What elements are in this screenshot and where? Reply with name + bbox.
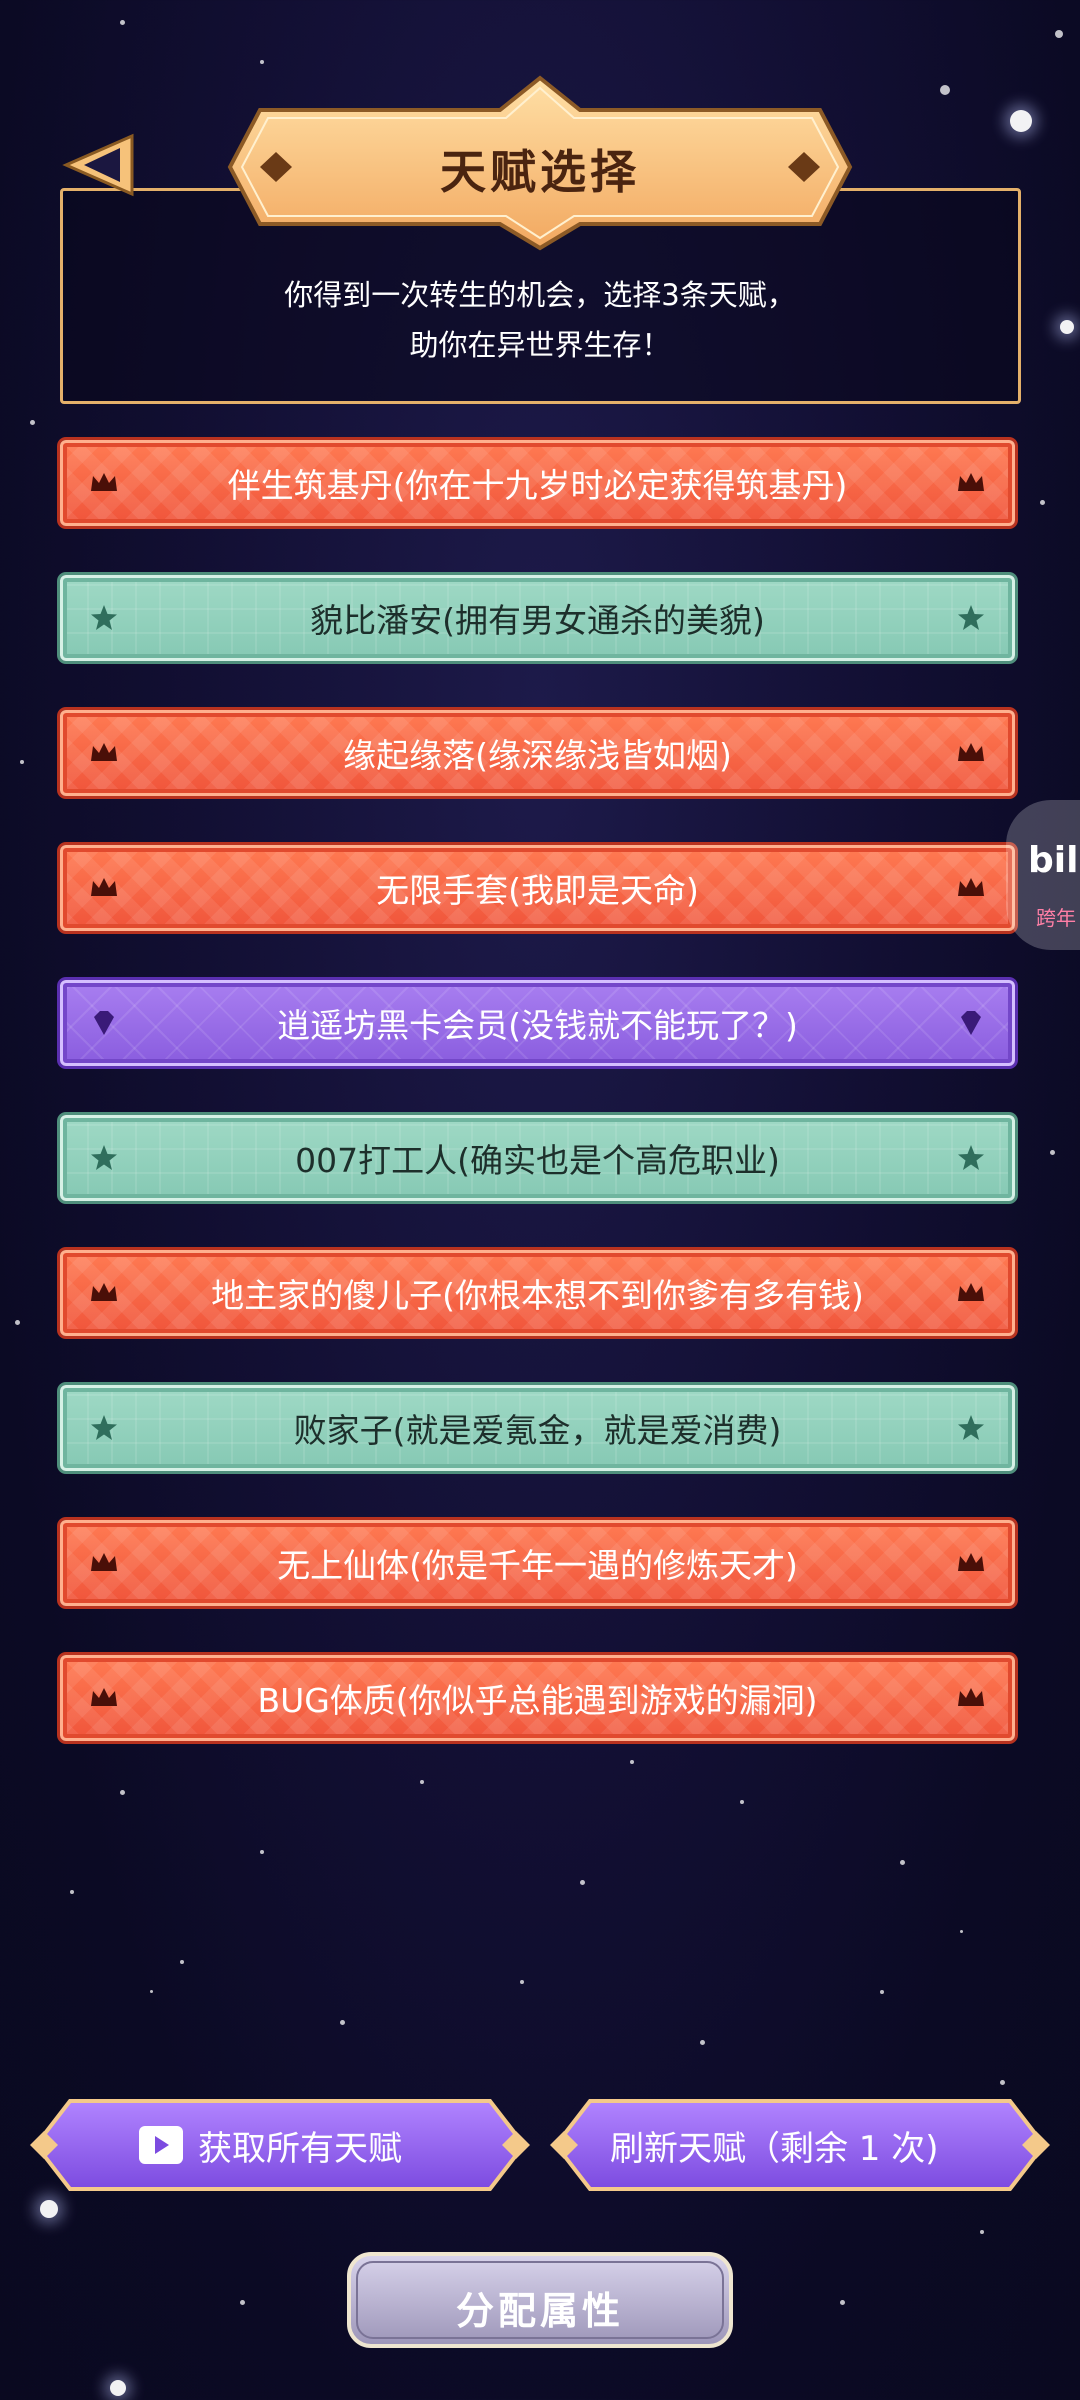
star-icon [91, 605, 117, 630]
crown-icon [91, 878, 117, 896]
talent-label: 地主家的傻儿子(你根本想不到你爹有多有钱) [211, 1276, 864, 1315]
allocate-attributes-button[interactable]: 分配属性 [345, 2250, 735, 2350]
crown-icon [958, 473, 984, 491]
crown-icon [91, 743, 117, 761]
crown-icon [958, 878, 984, 896]
talent-card[interactable]: 貌比潘安(拥有男女通杀的美貌) [60, 575, 1015, 661]
crown-icon [958, 1553, 984, 1571]
talent-label: BUG体质(你似乎总能遇到游戏的漏洞) [257, 1681, 818, 1720]
title-banner: 天赋选择 [220, 72, 860, 252]
talent-label: 无限手套(我即是天命) [376, 871, 699, 910]
talent-card[interactable]: 无上仙体(你是千年一遇的修炼天才) [60, 1520, 1015, 1606]
talent-card[interactable]: 地主家的傻儿子(你根本想不到你爹有多有钱) [60, 1250, 1015, 1336]
star-icon [91, 1415, 117, 1440]
talent-label: 败家子(就是爱氪金，就是爱消费) [293, 1411, 782, 1450]
talent-label: 貌比潘安(拥有男女通杀的美貌) [310, 601, 765, 640]
get-all-talents-button[interactable]: 获取所有天赋 [30, 2095, 530, 2195]
star-icon [958, 605, 984, 630]
get-all-talents-label: 获取所有天赋 [198, 2128, 402, 2169]
crown-icon [958, 1688, 984, 1706]
star-icon [91, 1145, 117, 1170]
talent-card[interactable]: 缘起缘落(缘深缘浅皆如烟) [60, 710, 1015, 796]
talent-label: 007打工人(确实也是个高危职业) [295, 1141, 780, 1180]
bili-logo-text: bili [1028, 840, 1080, 881]
allocate-attributes-label: 分配属性 [455, 2289, 624, 2333]
talent-label: 逍遥坊黑卡会员(没钱就不能玩了？) [277, 1006, 798, 1045]
crown-icon [958, 743, 984, 761]
diamond-icon [94, 1011, 114, 1035]
talent-card[interactable]: 败家子(就是爱氪金，就是爱消费) [60, 1385, 1015, 1471]
intro-line-2: 助你在异世界生存！ [409, 328, 671, 362]
page-title: 天赋选择 [440, 145, 640, 199]
star-icon [958, 1145, 984, 1170]
crown-icon [91, 1553, 117, 1571]
star-icon [958, 1415, 984, 1440]
intro-line-1: 你得到一次转生的机会，选择3条天赋， [284, 278, 796, 312]
talent-label: 无上仙体(你是千年一遇的修炼天才) [277, 1546, 798, 1585]
talent-card[interactable]: 逍遥坊黑卡会员(没钱就不能玩了？) [60, 980, 1015, 1066]
talent-label: 伴生筑基丹(你在十九岁时必定获得筑基丹) [227, 466, 848, 505]
crown-icon [91, 1283, 117, 1301]
floating-bili-badge[interactable]: bili 跨年 [1006, 800, 1080, 950]
crown-icon [91, 1688, 117, 1706]
refresh-talents-button[interactable]: 刷新天赋（剩余 1 次) [550, 2095, 1050, 2195]
crown-icon [958, 1283, 984, 1301]
back-button[interactable] [58, 130, 138, 200]
talent-card[interactable]: BUG体质(你似乎总能遇到游戏的漏洞) [60, 1655, 1015, 1741]
back-arrow-icon [62, 133, 134, 197]
video-play-icon [139, 2126, 183, 2164]
bili-badge-subtext: 跨年 [1036, 906, 1076, 930]
intro-text: 你得到一次转生的机会，选择3条天赋， 助你在异世界生存！ [0, 270, 1080, 370]
talent-label: 缘起缘落(缘深缘浅皆如烟) [343, 736, 732, 775]
talent-card[interactable]: 007打工人(确实也是个高危职业) [60, 1115, 1015, 1201]
crown-icon [91, 473, 117, 491]
talent-card[interactable]: 无限手套(我即是天命) [60, 845, 1015, 931]
refresh-talents-label: 刷新天赋（剩余 1 次) [610, 2128, 939, 2169]
talent-card[interactable]: 伴生筑基丹(你在十九岁时必定获得筑基丹) [60, 440, 1015, 526]
diamond-icon [961, 1011, 981, 1035]
